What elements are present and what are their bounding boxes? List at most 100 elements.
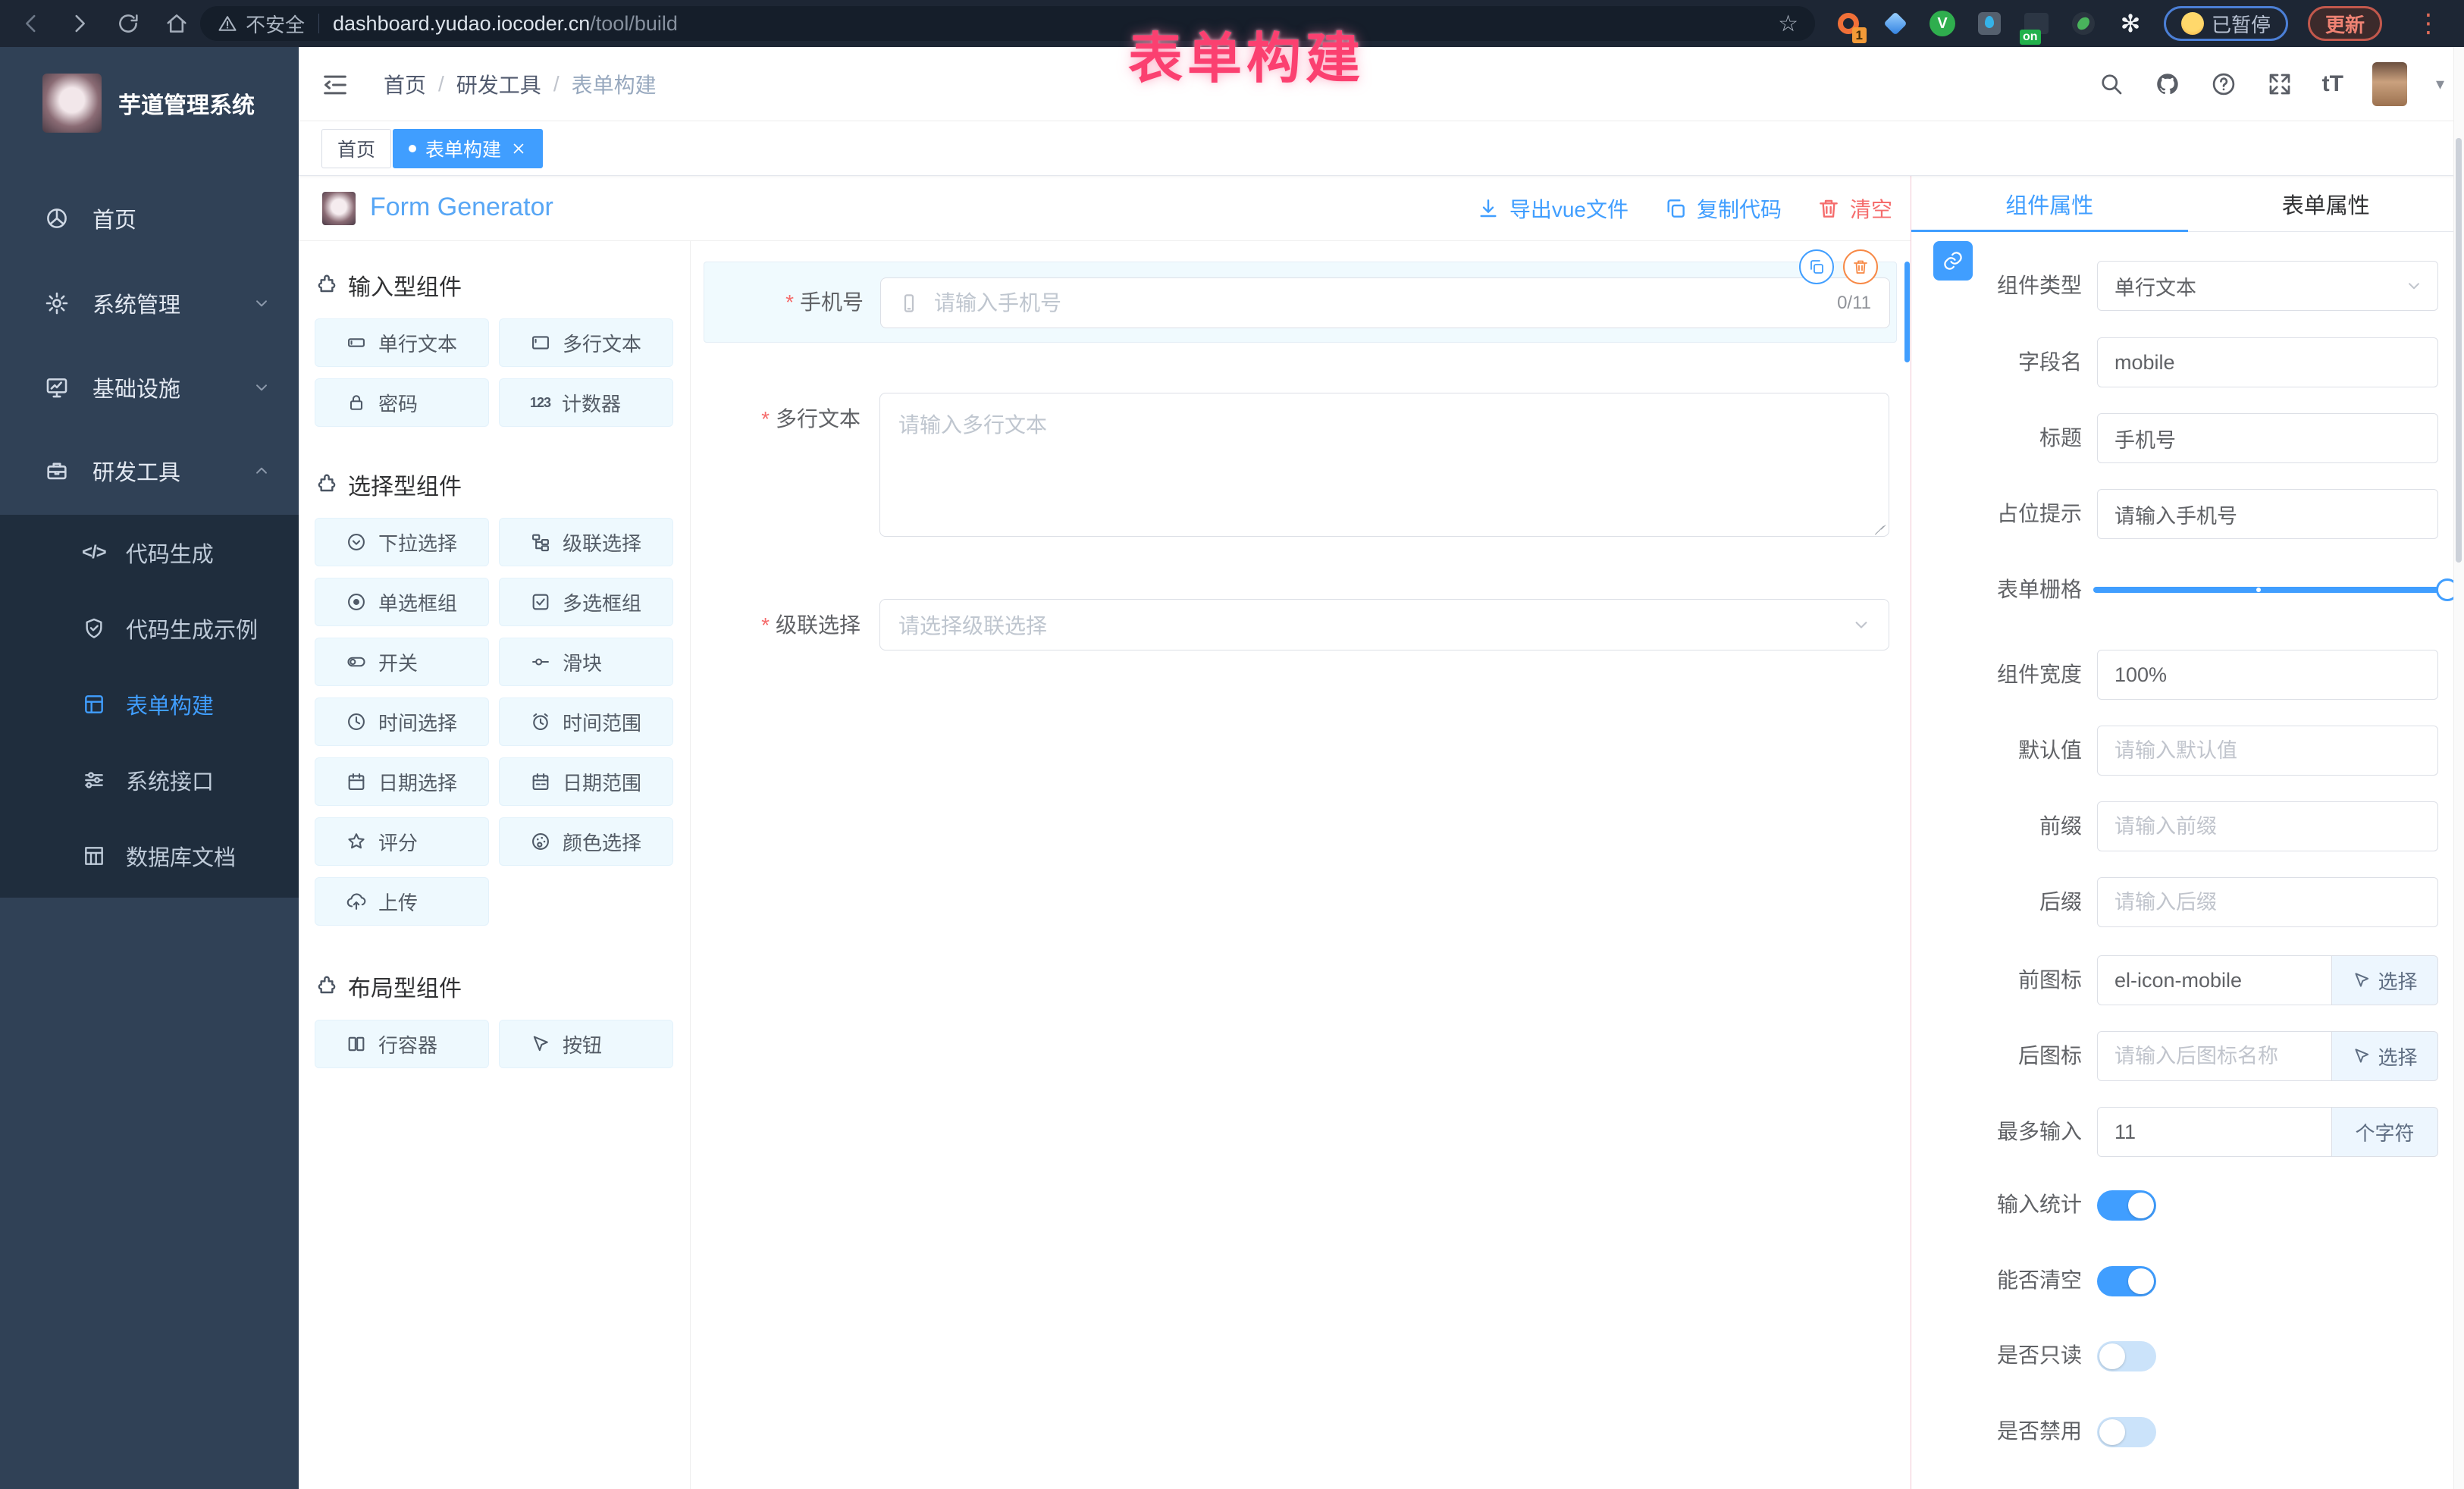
form-grid-slider[interactable] (2093, 587, 2448, 593)
cascader-field[interactable]: 请选择级联选择 (879, 599, 1889, 650)
update-button[interactable]: 更新 (2308, 6, 2382, 41)
breadcrumb-home[interactable]: 首页 (384, 69, 426, 99)
palette-item-single-text[interactable]: 单行文本 (315, 318, 489, 367)
palette-item-counter[interactable]: 123计数器 (499, 378, 673, 427)
extension-drop-icon[interactable] (1976, 10, 2003, 37)
field-name-input[interactable] (2098, 338, 2437, 387)
scrollbar-thumb[interactable] (2456, 138, 2462, 563)
component-type-select[interactable]: 单行文本 (2097, 261, 2438, 311)
forward-icon[interactable] (67, 11, 92, 36)
title-input[interactable] (2098, 414, 2437, 462)
palette-item-checkbox-group[interactable]: 多选框组 (499, 578, 673, 626)
home-icon[interactable] (164, 11, 190, 36)
extensions-menu-icon[interactable]: ✻ (2117, 10, 2144, 37)
tab-home[interactable]: 首页 (321, 129, 391, 168)
mobile-input[interactable] (881, 278, 1889, 328)
palette-item-select[interactable]: 下拉选择 (315, 518, 489, 566)
clear-button[interactable]: 清空 (1817, 193, 1892, 224)
tab-form-props[interactable]: 表单属性 (2188, 176, 2464, 231)
palette-item-row-container[interactable]: 行容器 (315, 1020, 489, 1068)
maxlength-input[interactable] (2098, 1108, 2331, 1156)
sidebar-item-db-doc[interactable]: 数据库文档 (0, 818, 299, 894)
browser-menu-dots-icon[interactable]: ⋮ (2415, 11, 2441, 36)
clearable-toggle[interactable] (2097, 1266, 2156, 1296)
avatar[interactable] (2372, 62, 2407, 106)
prefix-icon-select-button[interactable]: 选择 (2332, 955, 2438, 1005)
window-scrollbar[interactable] (2453, 47, 2464, 1489)
palette-item-slider[interactable]: 滑块 (499, 638, 673, 686)
palette-item-cascader[interactable]: 级联选择 (499, 518, 673, 566)
suffix-icon-select-button[interactable]: 选择 (2332, 1031, 2438, 1081)
trash-icon (1817, 196, 1841, 221)
palette-item-upload[interactable]: 上传 (315, 877, 489, 926)
collapse-menu-icon[interactable] (320, 70, 350, 100)
tab-form-builder[interactable]: 表单构建 (393, 129, 543, 168)
sidebar-item-devtools[interactable]: 研发工具 (0, 433, 299, 509)
toggle-knob (2099, 1343, 2125, 1369)
suffix-input[interactable] (2098, 878, 2437, 926)
disabled-toggle[interactable] (2097, 1417, 2156, 1447)
font-size-icon[interactable]: tT (2322, 71, 2343, 97)
palette-item-radio-group[interactable]: 单选框组 (315, 578, 489, 626)
green-v-icon: V (1930, 11, 1955, 36)
palette-item-time[interactable]: 时间选择 (315, 697, 489, 746)
show-count-toggle[interactable] (2097, 1190, 2156, 1221)
search-icon[interactable] (2098, 71, 2125, 98)
sidebar-submenu: </> 代码生成 代码生成示例 表单构建 系统接口 数据库文档 (0, 515, 299, 898)
drop-icon (1978, 12, 2001, 35)
prefix-input[interactable] (2098, 802, 2437, 851)
fullscreen-icon[interactable] (2266, 71, 2293, 98)
close-icon[interactable] (510, 140, 527, 157)
sidebar-item-form-builder[interactable]: 表单构建 (0, 666, 299, 742)
back-icon[interactable] (18, 11, 44, 36)
tab-component-props[interactable]: 组件属性 (1911, 176, 2188, 231)
palette-item-rate[interactable]: 评分 (315, 817, 489, 866)
tab-label: 表单构建 (425, 135, 501, 162)
chevron-down-icon (1851, 614, 1872, 635)
prop-row-grid: 表单栅格 (1911, 565, 2464, 615)
default-value-input[interactable] (2098, 726, 2437, 775)
copy-code-button[interactable]: 复制代码 (1663, 193, 1782, 224)
copy-code-label: 复制代码 (1697, 193, 1782, 224)
help-icon[interactable] (2210, 71, 2237, 98)
caret-down-icon[interactable]: ▾ (2436, 74, 2444, 94)
palette-item-switch[interactable]: 开关 (315, 638, 489, 686)
textarea-field[interactable] (879, 393, 1889, 537)
sidebar-item-system-api[interactable]: 系统接口 (0, 742, 299, 818)
export-vue-button[interactable]: 导出vue文件 (1476, 193, 1629, 224)
breadcrumb-devtools[interactable]: 研发工具 (456, 69, 541, 99)
palette-item-color[interactable]: 颜色选择 (499, 817, 673, 866)
sidebar-item-codegen-demo[interactable]: 代码生成示例 (0, 591, 299, 666)
field-delete-button[interactable] (1843, 249, 1878, 284)
field-copy-button[interactable] (1799, 249, 1834, 284)
sidebar-logo-row[interactable]: 芋道管理系统 (0, 58, 299, 149)
palette-item-date-range[interactable]: 日期范围 (499, 757, 673, 806)
reload-icon[interactable] (115, 11, 141, 36)
width-input[interactable] (2098, 650, 2437, 699)
github-icon[interactable] (2154, 71, 2181, 98)
extension-leaf-icon[interactable] (2070, 10, 2097, 37)
extension-orange-icon[interactable]: 1 (1835, 10, 1862, 37)
placeholder-input[interactable] (2098, 490, 2437, 538)
extension-badge: 1 (1852, 27, 1867, 43)
sidebar-item-codegen[interactable]: </> 代码生成 (0, 515, 299, 591)
sidebar-item-home[interactable]: 首页 (0, 180, 299, 256)
extension-gem-icon[interactable] (1882, 10, 1909, 37)
sidebar-item-system[interactable]: 系统管理 (0, 265, 299, 341)
bookmark-star-icon[interactable]: ☆ (1778, 11, 1798, 37)
extension-on-icon[interactable]: on (2023, 10, 2050, 37)
sidebar-item-infra[interactable]: 基础设施 (0, 350, 299, 425)
prefix-icon-input[interactable] (2098, 956, 2331, 1005)
canvas-field-mobile[interactable]: *手机号 0/11 (704, 262, 1897, 343)
profile-paused-pill[interactable]: 已暂停 (2164, 6, 2288, 41)
palette-item-time-range[interactable]: 时间范围 (499, 697, 673, 746)
palette-item-textarea[interactable]: 多行文本 (499, 318, 673, 367)
readonly-toggle[interactable] (2097, 1341, 2156, 1371)
palette-item-date[interactable]: 日期选择 (315, 757, 489, 806)
url-bar[interactable]: 不安全 dashboard.yudao.iocoder.cn/tool/buil… (200, 6, 1815, 41)
suffix-icon-input[interactable] (2098, 1032, 2331, 1080)
extension-green-icon[interactable]: V (1929, 10, 1956, 37)
canvas-scrollbar-thumb[interactable] (1904, 262, 1910, 362)
palette-item-password[interactable]: 密码 (315, 378, 489, 427)
palette-item-button[interactable]: 按钮 (499, 1020, 673, 1068)
